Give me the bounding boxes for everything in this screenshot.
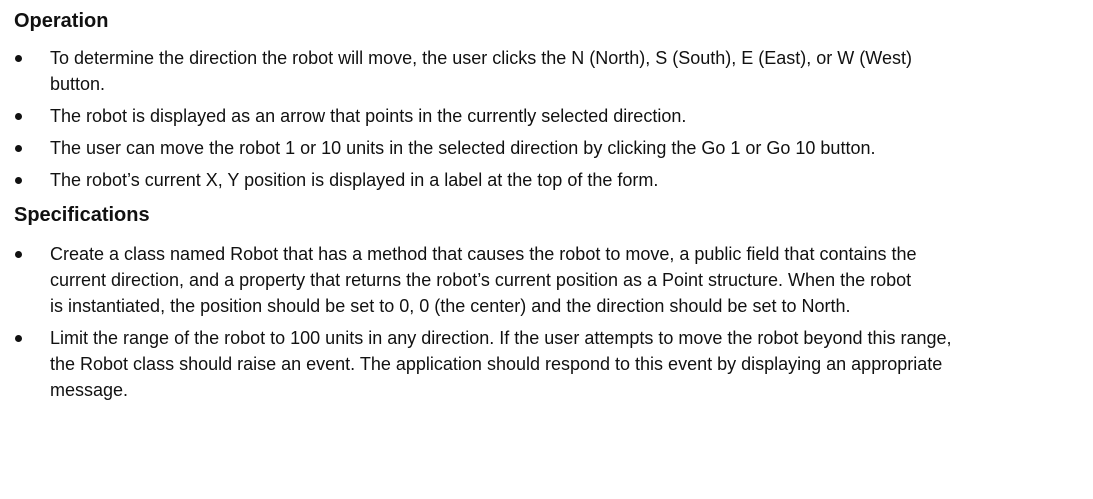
heading-specifications: Specifications xyxy=(14,204,150,226)
list-item: The robot’s current X, Y position is dis… xyxy=(14,167,950,193)
list-item-text: The robot is displayed as an arrow that … xyxy=(50,106,687,126)
specifications-list: Create a class named Robot that has a me… xyxy=(14,241,1074,403)
operation-list: To determine the direction the robot wil… xyxy=(14,45,1074,193)
list-item-text: Limit the range of the robot to 100 unit… xyxy=(50,328,952,400)
bullet-icon xyxy=(15,113,22,120)
list-item: To determine the direction the robot wil… xyxy=(14,45,955,97)
document-body: Operation To determine the direction the… xyxy=(14,8,1074,409)
bullet-icon xyxy=(15,177,22,184)
list-item-text: Create a class named Robot that has a me… xyxy=(50,244,917,316)
list-item-text: The user can move the robot 1 or 10 unit… xyxy=(50,138,876,158)
heading-operation: Operation xyxy=(14,10,109,32)
bullet-icon xyxy=(15,335,22,342)
bullet-icon xyxy=(15,145,22,152)
list-item-text: To determine the direction the robot wil… xyxy=(50,48,912,94)
list-item-text: The robot’s current X, Y position is dis… xyxy=(50,170,659,190)
list-item: Limit the range of the robot to 100 unit… xyxy=(14,325,955,403)
list-item: The user can move the robot 1 or 10 unit… xyxy=(14,135,910,161)
bullet-icon xyxy=(15,251,22,258)
bullet-icon xyxy=(15,55,22,62)
list-item: Create a class named Robot that has a me… xyxy=(14,241,920,319)
list-item: The robot is displayed as an arrow that … xyxy=(14,103,950,129)
